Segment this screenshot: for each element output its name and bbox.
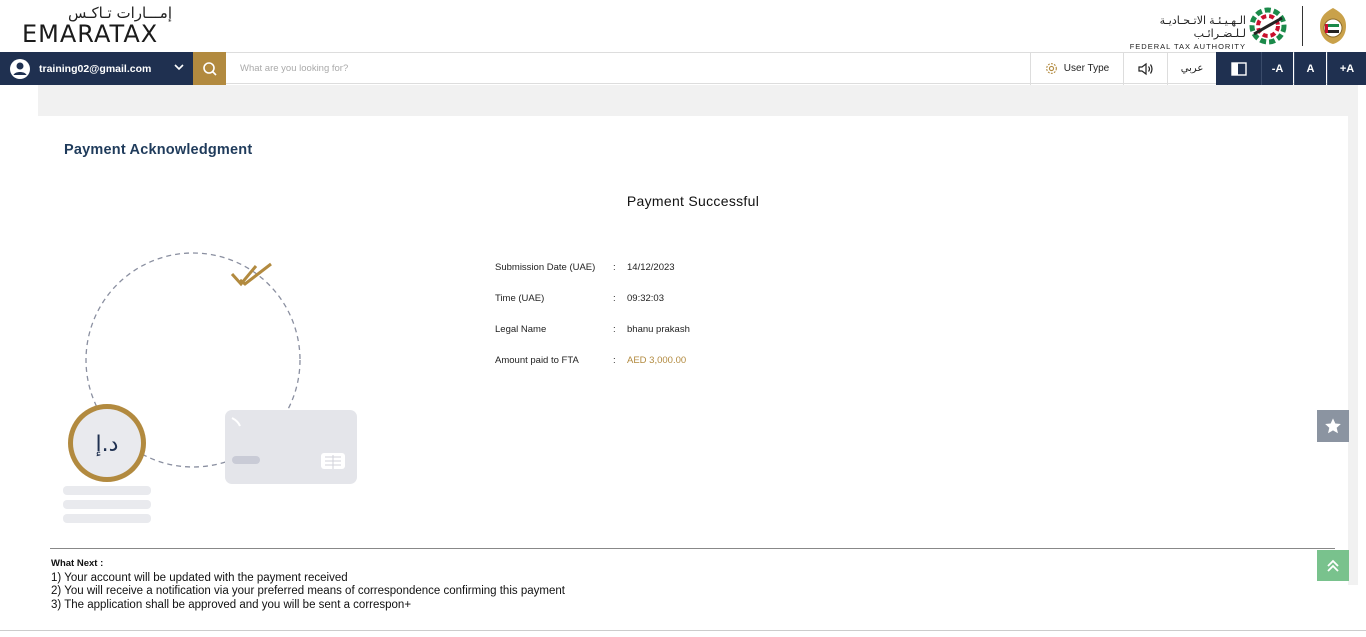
uae-emblem-icon xyxy=(1320,8,1346,44)
fta-english-name: FEDERAL TAX AUTHORITY xyxy=(1129,42,1246,51)
page-bottom-border xyxy=(0,630,1366,631)
fta-emblem-icon xyxy=(1249,7,1287,45)
detail-colon: : xyxy=(613,262,616,273)
detail-value: 09:32:03 xyxy=(627,293,664,304)
detail-colon: : xyxy=(613,324,616,335)
what-next-section: What Next : 1) Your account will be upda… xyxy=(51,557,565,612)
contrast-icon xyxy=(1230,61,1247,76)
user-avatar-icon xyxy=(10,58,30,79)
search-icon xyxy=(202,61,217,76)
detail-label: Submission Date (UAE) xyxy=(495,262,596,273)
detail-value: bhanu prakash xyxy=(627,324,690,335)
user-type-label: User Type xyxy=(1063,63,1110,74)
star-icon xyxy=(1325,418,1341,434)
credit-card-icon xyxy=(225,410,357,484)
detail-label: Amount paid to FTA xyxy=(495,355,579,366)
user-type-button[interactable]: User Type xyxy=(1030,52,1123,85)
what-next-item: 2) You will receive a notification via y… xyxy=(51,585,565,597)
language-toggle-button[interactable]: عربي xyxy=(1167,52,1216,85)
fta-logo: الـهـيـئـة الاتـحـاديـة لـلـضـرائـب FEDE… xyxy=(1128,6,1360,51)
font-decrease-button[interactable]: -A xyxy=(1261,52,1293,85)
search-button[interactable] xyxy=(193,52,226,85)
payment-illustration: د.إ xyxy=(63,252,357,523)
detail-label: Legal Name xyxy=(495,324,547,335)
fta-arabic-name: الـهـيـئـة الاتـحـاديـة لـلـضـرائـب xyxy=(1159,15,1246,40)
font-normal-button[interactable]: A xyxy=(1294,52,1326,85)
text-to-speech-button[interactable] xyxy=(1123,52,1167,85)
user-menu-dropdown[interactable]: training02@gmail.com xyxy=(0,52,193,85)
header-divider xyxy=(1302,6,1303,46)
chevron-down-icon xyxy=(174,64,184,71)
search-input[interactable] xyxy=(232,56,1012,80)
dirham-coin-icon: د.إ xyxy=(68,404,146,482)
top-toolbar: training02@gmail.com User Type عربي -A A xyxy=(0,52,1366,85)
user-email: training02@gmail.com xyxy=(39,62,152,75)
gear-icon xyxy=(1045,63,1057,74)
what-next-item: 3) The application shall be approved and… xyxy=(51,598,412,611)
detail-label: Time (UAE) xyxy=(495,293,545,304)
page-title: Payment Acknowledgment xyxy=(64,142,253,158)
detail-colon: : xyxy=(613,293,616,304)
double-chevron-up-icon xyxy=(1327,559,1339,572)
favorite-button[interactable] xyxy=(1317,410,1349,442)
payment-status-title: Payment Successful xyxy=(626,193,760,209)
page-scrollbar[interactable] xyxy=(1348,85,1358,585)
what-next-item: 1) Your account will be updated with the… xyxy=(51,571,348,584)
contrast-toggle-button[interactable] xyxy=(1216,52,1261,85)
coins-stack-icon xyxy=(63,486,151,523)
double-check-icon xyxy=(230,262,272,287)
speaker-icon xyxy=(1137,62,1153,75)
site-header: إمـــارات تـاكـس EMARATAX الـهـيـئـة الا… xyxy=(0,0,1366,52)
what-next-title: What Next : xyxy=(51,558,104,569)
fta-text-block: الـهـيـئـة الاتـحـاديـة لـلـضـرائـب FEDE… xyxy=(1128,14,1246,51)
emaratax-logo[interactable]: إمـــارات تـاكـس EMARATAX xyxy=(22,4,172,48)
logo-english-text: EMARATAX xyxy=(22,20,159,48)
font-increase-button[interactable]: +A xyxy=(1327,52,1366,85)
detail-colon: : xyxy=(613,355,616,366)
currency-symbol: د.إ xyxy=(96,432,119,457)
section-divider xyxy=(50,548,1335,549)
breadcrumb-band xyxy=(38,85,1348,116)
detail-value: 14/12/2023 xyxy=(627,262,675,273)
amount-value: AED 3,000.00 xyxy=(627,355,687,366)
scroll-to-top-button[interactable] xyxy=(1317,550,1349,581)
